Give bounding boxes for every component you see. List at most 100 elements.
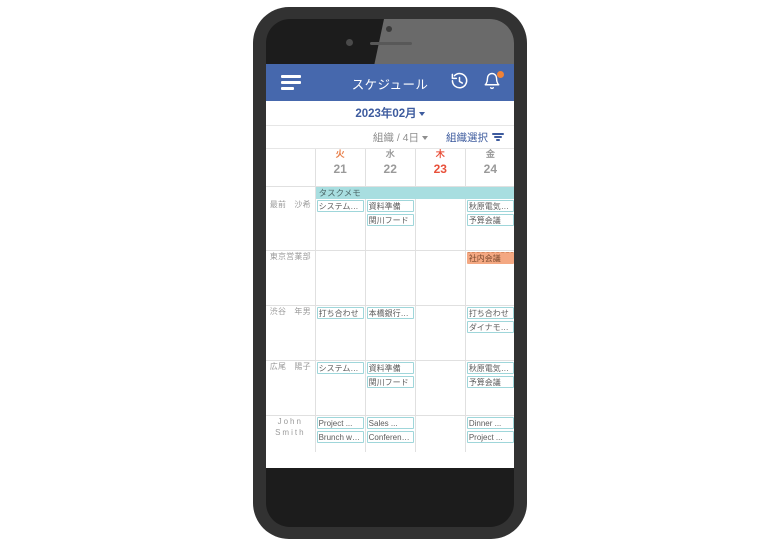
calendar-cell-r4-c0[interactable]: Project ... Brunch wit...: [315, 415, 366, 452]
chevron-down-icon: [418, 112, 425, 116]
calendar-cell-r2-c0[interactable]: 打ち合わせ: [315, 305, 366, 361]
calendar-cell-r4-c2[interactable]: [415, 415, 466, 452]
cell-content: [416, 199, 465, 200]
event-chip[interactable]: Sales ...: [366, 417, 414, 429]
calendar-cell-r1-c1[interactable]: [365, 250, 416, 306]
history-clock-icon[interactable]: [450, 72, 469, 91]
app-bar-actions: [450, 71, 504, 91]
calendar-row-4: John Smith Project ... Brunch wit... Sales …: [266, 415, 514, 452]
earpiece-speaker: [370, 42, 412, 45]
event-chip[interactable]: システム佐...: [316, 362, 364, 374]
task-memo-banner-cell[interactable]: タスクメモ: [315, 186, 514, 199]
event-chip[interactable]: 関川フード: [366, 213, 414, 226]
cell-content: 秋原電気（... 予算会議: [466, 199, 514, 226]
calendar-cell-r1-c0[interactable]: [315, 250, 366, 306]
org-select-label: 組織選択: [446, 131, 488, 144]
calendar-cell-r3-c2[interactable]: [415, 360, 466, 416]
cell-content: Project ... Brunch wit...: [316, 416, 365, 443]
view-mode-selector[interactable]: 組織 / 4日: [373, 130, 428, 145]
calendar-cell-r0-c0[interactable]: システム佐...: [315, 198, 366, 251]
row-person-name-0[interactable]: 最前 沙希: [266, 198, 316, 251]
cell-content: システム佐...: [316, 361, 365, 374]
cell-content: [416, 306, 465, 307]
event-chip[interactable]: 秋原電気（...: [466, 199, 514, 212]
event-chip[interactable]: 予算会議: [466, 213, 514, 226]
cell-content: [316, 251, 365, 252]
day-header-1[interactable]: 水 22: [365, 149, 416, 187]
calendar-cell-r2-c3[interactable]: 打ち合わせダイナモシ...: [465, 305, 514, 361]
chevron-down-icon: [422, 136, 428, 140]
cell-content: 資料準備 関川フード: [366, 199, 415, 226]
event-chip[interactable]: システム佐...: [316, 199, 364, 212]
calendar-cell-r3-c0[interactable]: システム佐...: [315, 360, 366, 416]
calendar-cell-r3-c1[interactable]: 資料準備 関川フード: [365, 360, 416, 416]
event-chip[interactable]: 予算会議: [466, 376, 514, 388]
calendar-cell-r2-c1[interactable]: 本橋銀行（...: [365, 305, 416, 361]
event-chip[interactable]: Project ...: [316, 417, 364, 429]
event-chip[interactable]: 資料準備: [366, 199, 414, 212]
calendar-cell-r1-c3[interactable]: 社内会議: [465, 250, 514, 306]
day-dow-0: 火: [335, 149, 345, 159]
cell-content: 打ち合わせ: [316, 306, 365, 319]
day-num-1: 22: [383, 162, 397, 176]
calendar-cell-r0-c2[interactable]: [415, 198, 466, 251]
event-chip[interactable]: 社内会議: [466, 252, 514, 264]
cell-content: システム佐...: [316, 199, 365, 212]
cell-content: 社内会議: [466, 251, 514, 264]
day-num-2: 23: [433, 162, 447, 176]
event-chip[interactable]: 打ち合わせ: [316, 307, 364, 319]
cell-content: [416, 251, 465, 252]
day-header-3[interactable]: 金 24: [465, 149, 514, 187]
cell-content: 打ち合わせダイナモシ...: [466, 306, 514, 333]
cell-content: [366, 251, 415, 252]
day-header-0[interactable]: 火 21: [315, 149, 366, 187]
event-chip[interactable]: Brunch wit...: [316, 431, 364, 443]
event-chip[interactable]: 本橋銀行（...: [366, 307, 414, 319]
cell-content: [416, 416, 465, 417]
event-chip[interactable]: Project ...: [466, 431, 514, 443]
calendar-header-row: 火 21 水 22 木 23 金 24: [266, 149, 514, 187]
bell-icon[interactable]: [483, 71, 504, 91]
task-memo-banner: タスクメモ: [315, 186, 514, 199]
event-chip[interactable]: 資料準備: [366, 362, 414, 374]
calendar-row-3: 広尾 陽子 システム佐... 資料準備関川フード 秋原電気（... 予算会議: [266, 360, 514, 416]
event-chip[interactable]: ダイナモシ...: [466, 321, 514, 333]
event-chip[interactable]: 関川フード: [366, 376, 414, 388]
calendar-cell-r3-c3[interactable]: 秋原電気（... 予算会議: [465, 360, 514, 416]
day-header-2[interactable]: 木 23: [415, 149, 466, 187]
calendar-cell-r4-c3[interactable]: Dinner ... Project ...: [465, 415, 514, 452]
cell-content: 本橋銀行（...: [366, 306, 415, 319]
day-dow-2: 木: [435, 149, 445, 159]
month-selector[interactable]: 2023年02月: [355, 105, 425, 121]
calendar-row-2: 渋谷 年男 打ち合わせ 本橋銀行（... 打ち合わせ ダイナモシ...: [266, 305, 514, 361]
filter-bar: 組織 / 4日 組織選択: [266, 126, 514, 149]
day-num-3: 24: [483, 162, 498, 176]
calendar-cell-r2-c2[interactable]: [415, 305, 466, 361]
cell-content: [416, 361, 465, 362]
event-chip[interactable]: 打ち合わせ: [466, 307, 514, 319]
sensor-dot-icon: [386, 26, 392, 32]
calendar-cell-r0-c3[interactable]: 秋原電気（... 予算会議: [465, 198, 514, 251]
calendar-grid-scroll[interactable]: 火 21 水 22 木 23 金 24 タスクメモ 最前 沙希 システム佐...…: [266, 149, 514, 452]
event-chip[interactable]: Conferenc...: [366, 431, 414, 443]
calendar-cell-r0-c1[interactable]: 資料準備 関川フード: [365, 198, 416, 251]
cell-content: 秋原電気（... 予算会議: [466, 361, 514, 388]
calendar-table: 火 21 水 22 木 23 金 24 タスクメモ 最前 沙希 システム佐...…: [266, 149, 514, 452]
org-select-button[interactable]: 組織選択: [446, 130, 504, 145]
calendar-cell-r4-c1[interactable]: Sales ... Conferenc...: [365, 415, 416, 452]
day-dow-1: 水: [385, 149, 395, 159]
front-camera-icon: [346, 39, 353, 46]
calendar-row-1: 東京営業部 社内会議: [266, 250, 514, 306]
banner-name-spacer: [266, 186, 316, 199]
calendar-body: タスクメモ 最前 沙希 システム佐... 資料準備 関川フード 秋原電気（... 予算会議…: [266, 186, 514, 452]
row-person-name-1[interactable]: 東京営業部: [266, 250, 316, 306]
row-person-name-4[interactable]: John Smith: [266, 415, 316, 452]
event-chip[interactable]: 秋原電気（...: [466, 362, 514, 374]
row-person-name-3[interactable]: 広尾 陽子: [266, 360, 316, 416]
calendar-row-0: 最前 沙希 システム佐... 資料準備 関川フード 秋原電気（... 予算会議: [266, 198, 514, 251]
calendar-cell-r1-c2[interactable]: [415, 250, 466, 306]
row-person-name-2[interactable]: 渋谷 年男: [266, 305, 316, 361]
filter-icon: [492, 132, 504, 142]
app-bar: スケジュール: [266, 64, 514, 101]
event-chip[interactable]: Dinner ...: [466, 417, 514, 429]
